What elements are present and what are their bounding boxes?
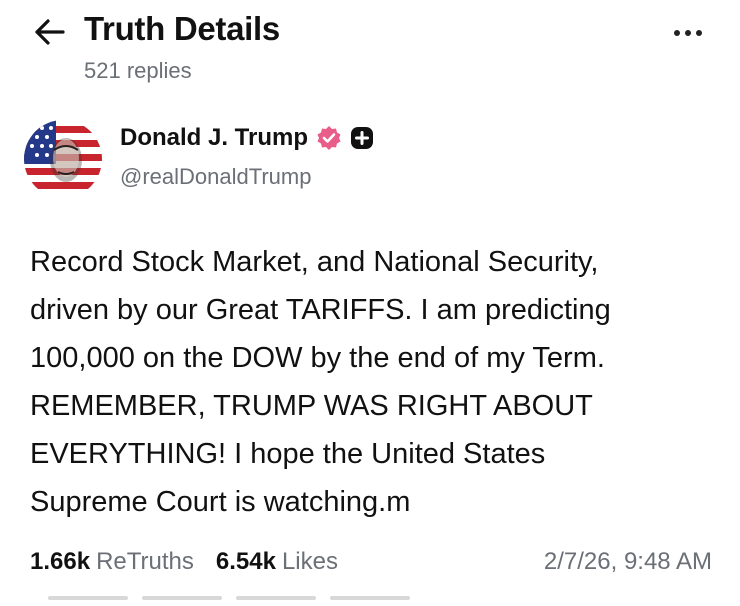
post-body: Record Stock Market, and National Securi…: [30, 246, 611, 518]
avatar-image: [24, 120, 102, 198]
arrow-left-icon: [35, 19, 65, 45]
verified-badge-icon: [317, 126, 341, 150]
more-options-button[interactable]: [666, 18, 710, 48]
post-timestamp: 2/7/26, 9:48 AM: [543, 548, 712, 575]
more-horizontal-icon: [674, 30, 680, 36]
author-name-row: Donald J. Trump: [120, 124, 374, 152]
post-author: Donald J. Trump @realDonaldTrump: [24, 118, 724, 198]
avatar[interactable]: [24, 120, 102, 198]
author-name[interactable]: Donald J. Trump: [120, 124, 308, 152]
plus-badge-icon: [351, 127, 374, 149]
retruths-stat[interactable]: 1.66k ReTruths: [30, 548, 194, 576]
page-header: Truth Details 521 replies: [0, 0, 740, 100]
retruths-count: 1.66k: [30, 548, 91, 575]
likes-stat[interactable]: 6.54k Likes: [216, 548, 338, 576]
likes-label: Likes: [281, 548, 338, 575]
author-handle[interactable]: @realDonaldTrump: [120, 164, 311, 190]
page-title: Truth Details: [84, 10, 280, 47]
replies-count[interactable]: 521 replies: [84, 58, 192, 84]
likes-count: 6.54k: [215, 548, 276, 575]
post-stats: 1.66k ReTruths 6.54k Likes 2/7/26, 9:48 …: [30, 544, 712, 580]
back-button[interactable]: [30, 12, 70, 52]
action-bar-hint: [0, 596, 740, 606]
retruths-label: ReTruths: [96, 548, 194, 575]
